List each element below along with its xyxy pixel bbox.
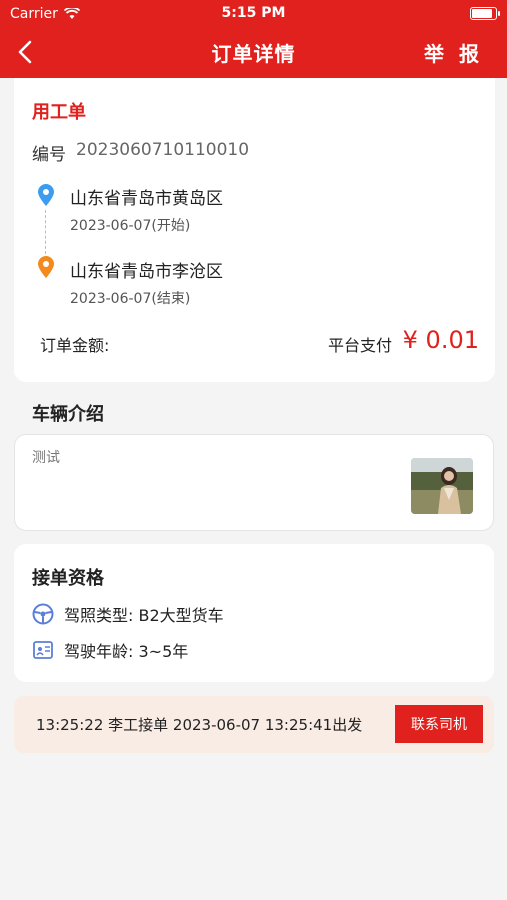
battery-icon xyxy=(470,7,500,20)
start-location-pin-icon xyxy=(38,184,54,206)
status-time: 5:15 PM xyxy=(221,5,286,21)
driving-years-row: 驾驶年龄: 3~5年 xyxy=(32,638,188,662)
vehicle-card: 测试 xyxy=(14,434,494,531)
report-button[interactable]: 举 报 xyxy=(424,38,483,67)
license-type: 驾照类型: B2大型货车 xyxy=(64,606,224,625)
route-connector xyxy=(45,210,46,254)
order-amount-label: 订单金额: xyxy=(40,336,110,355)
steering-wheel-icon xyxy=(32,603,54,625)
vehicle-photo-image xyxy=(411,458,473,514)
qualification-card: 接单资格 驾照类型: B2大型货车 驾驶年龄: 3~5年 xyxy=(14,544,494,682)
accept-status-text: 13:25:22 李工接单 2023-06-07 13:25:41出发 xyxy=(36,716,363,734)
vehicle-description: 测试 xyxy=(32,450,60,466)
vehicle-section-title: 车辆介绍 xyxy=(32,404,104,425)
order-card: 用工单 编号 2023060710110010 山东省青岛市黄岛区 2023-0… xyxy=(14,78,495,382)
contact-driver-button[interactable]: 联系司机 xyxy=(395,705,483,743)
order-number-value: 2023060710110010 xyxy=(76,140,250,160)
license-type-row: 驾照类型: B2大型货车 xyxy=(32,602,224,626)
end-location-pin-icon xyxy=(38,256,54,278)
end-date: 2023-06-07(结束) xyxy=(70,291,191,307)
top-bar: Carrier 5:15 PM 订单详情 举 报 xyxy=(0,0,507,78)
start-date: 2023-06-07(开始) xyxy=(70,218,191,234)
payment-method: 平台支付 xyxy=(328,336,393,355)
id-card-icon xyxy=(33,641,53,659)
order-number-label: 编号 xyxy=(32,145,66,165)
vehicle-photo[interactable] xyxy=(411,458,473,514)
start-location: 山东省青岛市黄岛区 xyxy=(70,189,223,209)
order-amount-value: ¥ 0.01 xyxy=(402,326,479,354)
end-location: 山东省青岛市李沧区 xyxy=(70,262,223,282)
order-type-title: 用工单 xyxy=(32,102,86,123)
driving-years: 驾驶年龄: 3~5年 xyxy=(64,642,189,661)
qualification-title: 接单资格 xyxy=(32,568,104,589)
accept-status-bar: 13:25:22 李工接单 2023-06-07 13:25:41出发 联系司机 xyxy=(14,696,494,753)
